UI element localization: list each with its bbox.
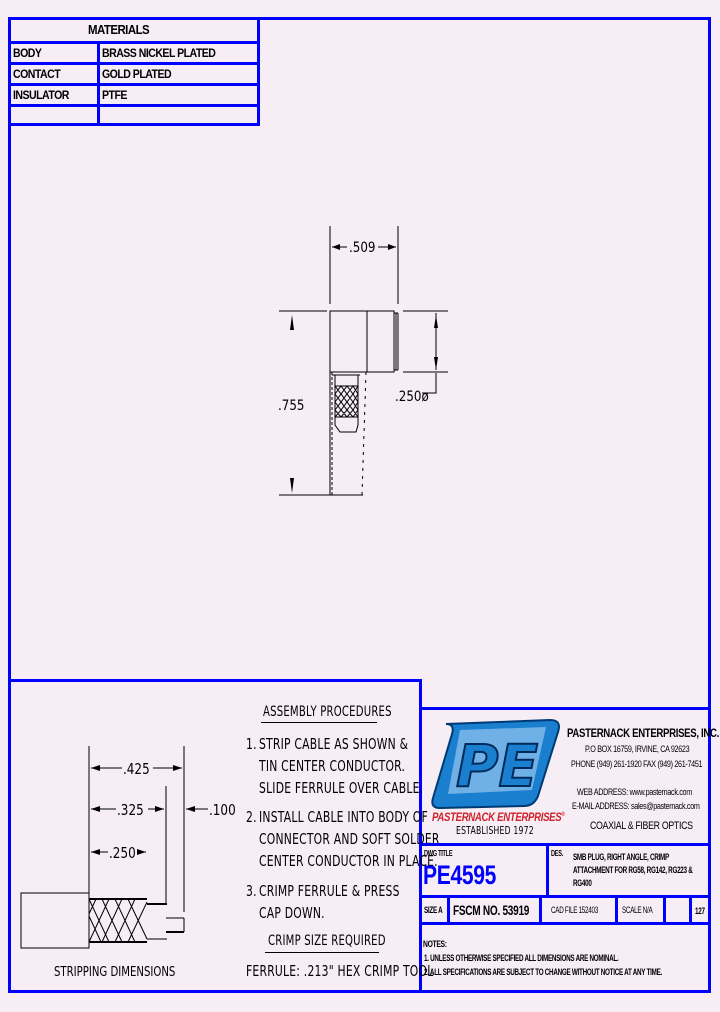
section-divider [419, 679, 422, 709]
arrow-icon [91, 765, 100, 771]
note-item: 1. UNLESS OTHERWISE SPECIFIED ALL DIMENS… [424, 953, 619, 963]
materials-value: BRASS NICKEL PLATED [102, 46, 216, 60]
connector-drawing: .509 .755 .250ø [278, 226, 448, 496]
dwg-title-label: DWG TITLE [424, 849, 453, 858]
company-phone: PHONE (949) 261-1920 FAX (949) 261-7451 [571, 759, 703, 769]
company-logo: PE [431, 718, 560, 810]
arrow-icon [173, 765, 182, 771]
logo-company-name: PASTERNACK ENTERPRISES® [432, 810, 565, 824]
materials-title: MATERIALS [88, 22, 150, 37]
connector-body [329, 310, 368, 373]
description-line: ATTACHMENT FOR RG58, RG142, RG223 & [573, 865, 693, 875]
notes-title: NOTES: [423, 939, 447, 949]
step-line: SLIDE FERRULE OVER CABLE. [259, 779, 424, 797]
description-line: SMB PLUG, RIGHT ANGLE, CRIMP [573, 852, 669, 862]
strip-dim-100: .100 [209, 802, 236, 820]
company-web: WEB ADDRESS: www.pasternack.com [577, 787, 692, 797]
sheet-number: 127 [695, 906, 705, 916]
materials-row: BODY [11, 44, 45, 62]
materials-value: PTFE [102, 88, 127, 102]
step-line: STRIP CABLE AS SHOWN & [259, 735, 409, 753]
arrow-icon [388, 244, 396, 250]
step-line: CENTER CONDUCTOR IN PLACE. [259, 852, 438, 870]
stripping-drawing: .425 .325 .250 .100 STRIPPING DIMENSIONS [20, 746, 236, 980]
dim-diameter-label: .250ø [395, 389, 429, 405]
dim-width-label: .509 [349, 240, 375, 256]
arrow-icon [137, 849, 146, 855]
description-line: RG400 [573, 878, 592, 888]
size-label: SIZE A [424, 905, 443, 915]
arrow-icon [186, 806, 195, 812]
arrow-icon [332, 244, 340, 250]
arrow-icon [434, 315, 438, 328]
materials-row: BRASS NICKEL PLATED [100, 44, 231, 62]
company-address: P.O BOX 16759, IRVINE, CA 92623 [585, 744, 690, 754]
crimp-underline [265, 952, 379, 953]
logo-letters: PE [456, 732, 538, 800]
step-number: 1. [246, 735, 257, 753]
section-divider [8, 679, 422, 682]
strip-dim-425: .425 [123, 761, 150, 779]
note-item: 2. ALL SPECIFICATIONS ARE SUBJECT TO CHA… [424, 967, 662, 977]
materials-row: CONTACT [11, 65, 67, 83]
established-text: ESTABLISHED 1972 [456, 824, 534, 837]
arrow-icon [91, 806, 100, 812]
step-line: INSTALL CABLE INTO BODY OF [259, 808, 428, 826]
connector-nose [366, 310, 395, 373]
arrow-icon [155, 806, 164, 812]
arrow-icon [290, 478, 294, 493]
materials-row: GOLD PLATED [100, 65, 181, 83]
company-name: PASTERNACK ENTERPRISES, INC. [567, 726, 719, 740]
step-line: CONNECTOR AND SOFT SOLDER [259, 830, 440, 848]
crimp-text: FERRULE: .213" HEX CRIMP TOOL [246, 962, 434, 980]
materials-part: INSULATOR [13, 88, 69, 102]
materials-part: CONTACT [13, 67, 61, 81]
assembly-title: ASSEMBLY PROCEDURES [263, 704, 392, 720]
step-line: CAP DOWN. [259, 904, 325, 922]
cad-file: CAD FILE 152403 [551, 905, 598, 915]
step-line: CRIMP FERRULE & PRESS [259, 882, 400, 900]
arrow-icon [434, 357, 438, 370]
materials-row: INSULATOR [11, 86, 77, 104]
scale: SCALE N/A [622, 905, 653, 915]
arrow-icon [91, 849, 100, 855]
dim-height-label: .755 [278, 398, 304, 414]
arrow-icon [290, 315, 294, 330]
fscm-number: FSCM NO. 53919 [453, 902, 530, 918]
stripping-caption: STRIPPING DIMENSIONS [54, 964, 175, 980]
company-email: E-MAIL ADDRESS: sales@pasternack.com [572, 801, 700, 811]
materials-row: PTFE [100, 86, 130, 104]
materials-value: GOLD PLATED [102, 67, 172, 81]
company-tagline: COAXIAL & FIBER OPTICS [590, 820, 693, 832]
part-number: PE4595 [423, 860, 497, 890]
section-divider [419, 707, 422, 993]
section-divider [419, 707, 711, 710]
strip-dim-325: .325 [117, 802, 144, 820]
crimp-title: CRIMP SIZE REQUIRED [268, 933, 386, 949]
cable-braid [88, 898, 148, 943]
step-number: 2. [246, 808, 257, 826]
des-label: DES. [551, 849, 563, 858]
strip-dim-250: .250 [109, 845, 136, 863]
step-number: 3. [246, 882, 257, 900]
materials-part: BODY [13, 46, 42, 60]
title-underline [261, 722, 377, 723]
cable-jacket [20, 892, 90, 949]
step-line: TIN CENTER CONDUCTOR. [259, 757, 406, 775]
